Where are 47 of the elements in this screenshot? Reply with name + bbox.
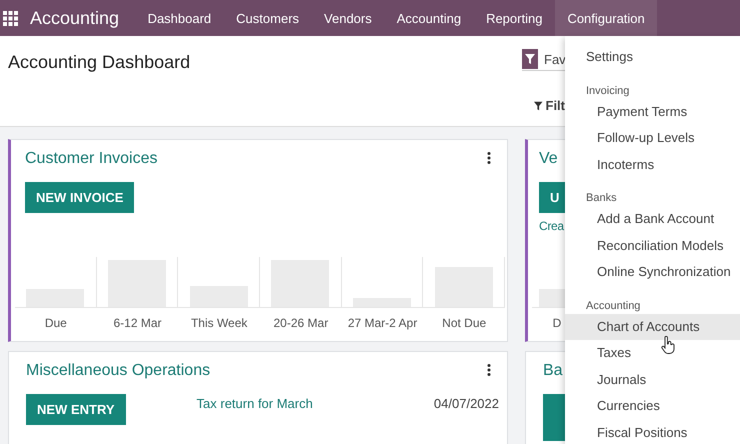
menu-section-header: Banks <box>585 191 618 206</box>
dropdown-item[interactable]: Add a Bank Account <box>565 206 740 232</box>
chart-label: This Week <box>190 315 248 330</box>
entry-link[interactable]: Tax return for March <box>196 396 313 411</box>
dropdown-item[interactable]: Reconciliation Models <box>565 232 740 259</box>
menu-section-header: Accounting <box>585 298 642 314</box>
chart-label: Due <box>44 315 68 330</box>
new-button[interactable]: NEW ENTRY <box>26 394 126 425</box>
chart-label: D <box>552 315 562 330</box>
nav-menu-item[interactable]: Accounting <box>384 0 474 36</box>
filter-icon <box>534 100 542 110</box>
new-button[interactable]: U <box>539 182 565 213</box>
nav-menu-item[interactable]: Reporting <box>474 0 555 36</box>
nav-menu-item[interactable]: Customers <box>224 0 312 36</box>
app-name[interactable]: Accounting <box>30 8 120 28</box>
chart-label: 6-12 Mar <box>112 315 163 330</box>
page-title: Accounting Dashboard <box>8 52 190 74</box>
dropdown-item[interactable]: Incoterms <box>565 152 740 178</box>
filters-button[interactable]: Filt <box>534 98 565 113</box>
nav-menu-item[interactable]: Dashboard <box>135 0 224 36</box>
dropdown-item[interactable]: Taxes <box>565 340 740 366</box>
dropdown-item[interactable]: Payment Terms <box>565 98 740 125</box>
filter-icon <box>522 49 538 69</box>
dropdown-item[interactable]: Follow-up Levels <box>565 125 740 152</box>
dropdown-item[interactable]: Chart of Accounts <box>565 314 740 340</box>
card-title[interactable]: Miscellaneous Operations <box>26 362 507 384</box>
chart-label: Not Due <box>441 315 488 330</box>
new-button[interactable]: NEW INVOICE <box>25 182 134 213</box>
nav-menu-item[interactable]: Vendors <box>312 0 384 36</box>
dropdown-item[interactable]: Fiscal Positions <box>565 420 740 444</box>
card-title[interactable]: Customer Invoices <box>25 150 507 172</box>
card-title[interactable]: Ba <box>543 362 565 384</box>
chart-label: 20-26 Mar <box>272 315 330 330</box>
entry-date: 04/07/2022 <box>434 396 499 411</box>
create-link[interactable]: Crea <box>539 219 565 233</box>
apps-grid-icon[interactable] <box>3 10 18 26</box>
dropdown-item[interactable]: Online Synchronization <box>565 259 740 286</box>
kebab-menu-icon[interactable] <box>487 152 491 164</box>
nav-menu-item[interactable]: Configuration <box>554 0 658 36</box>
dropdown-item[interactable]: Settings <box>565 44 740 70</box>
hand-cursor-icon <box>661 336 675 354</box>
dropdown-item[interactable]: Currencies <box>565 393 740 420</box>
dropdown-item[interactable]: Journals <box>565 366 740 393</box>
kebab-menu-icon[interactable] <box>487 364 491 376</box>
card-title[interactable]: Ve <box>539 150 565 172</box>
menu-section-header: Invoicing <box>585 84 630 98</box>
chart-label: 27 Mar-2 Apr <box>346 315 418 330</box>
